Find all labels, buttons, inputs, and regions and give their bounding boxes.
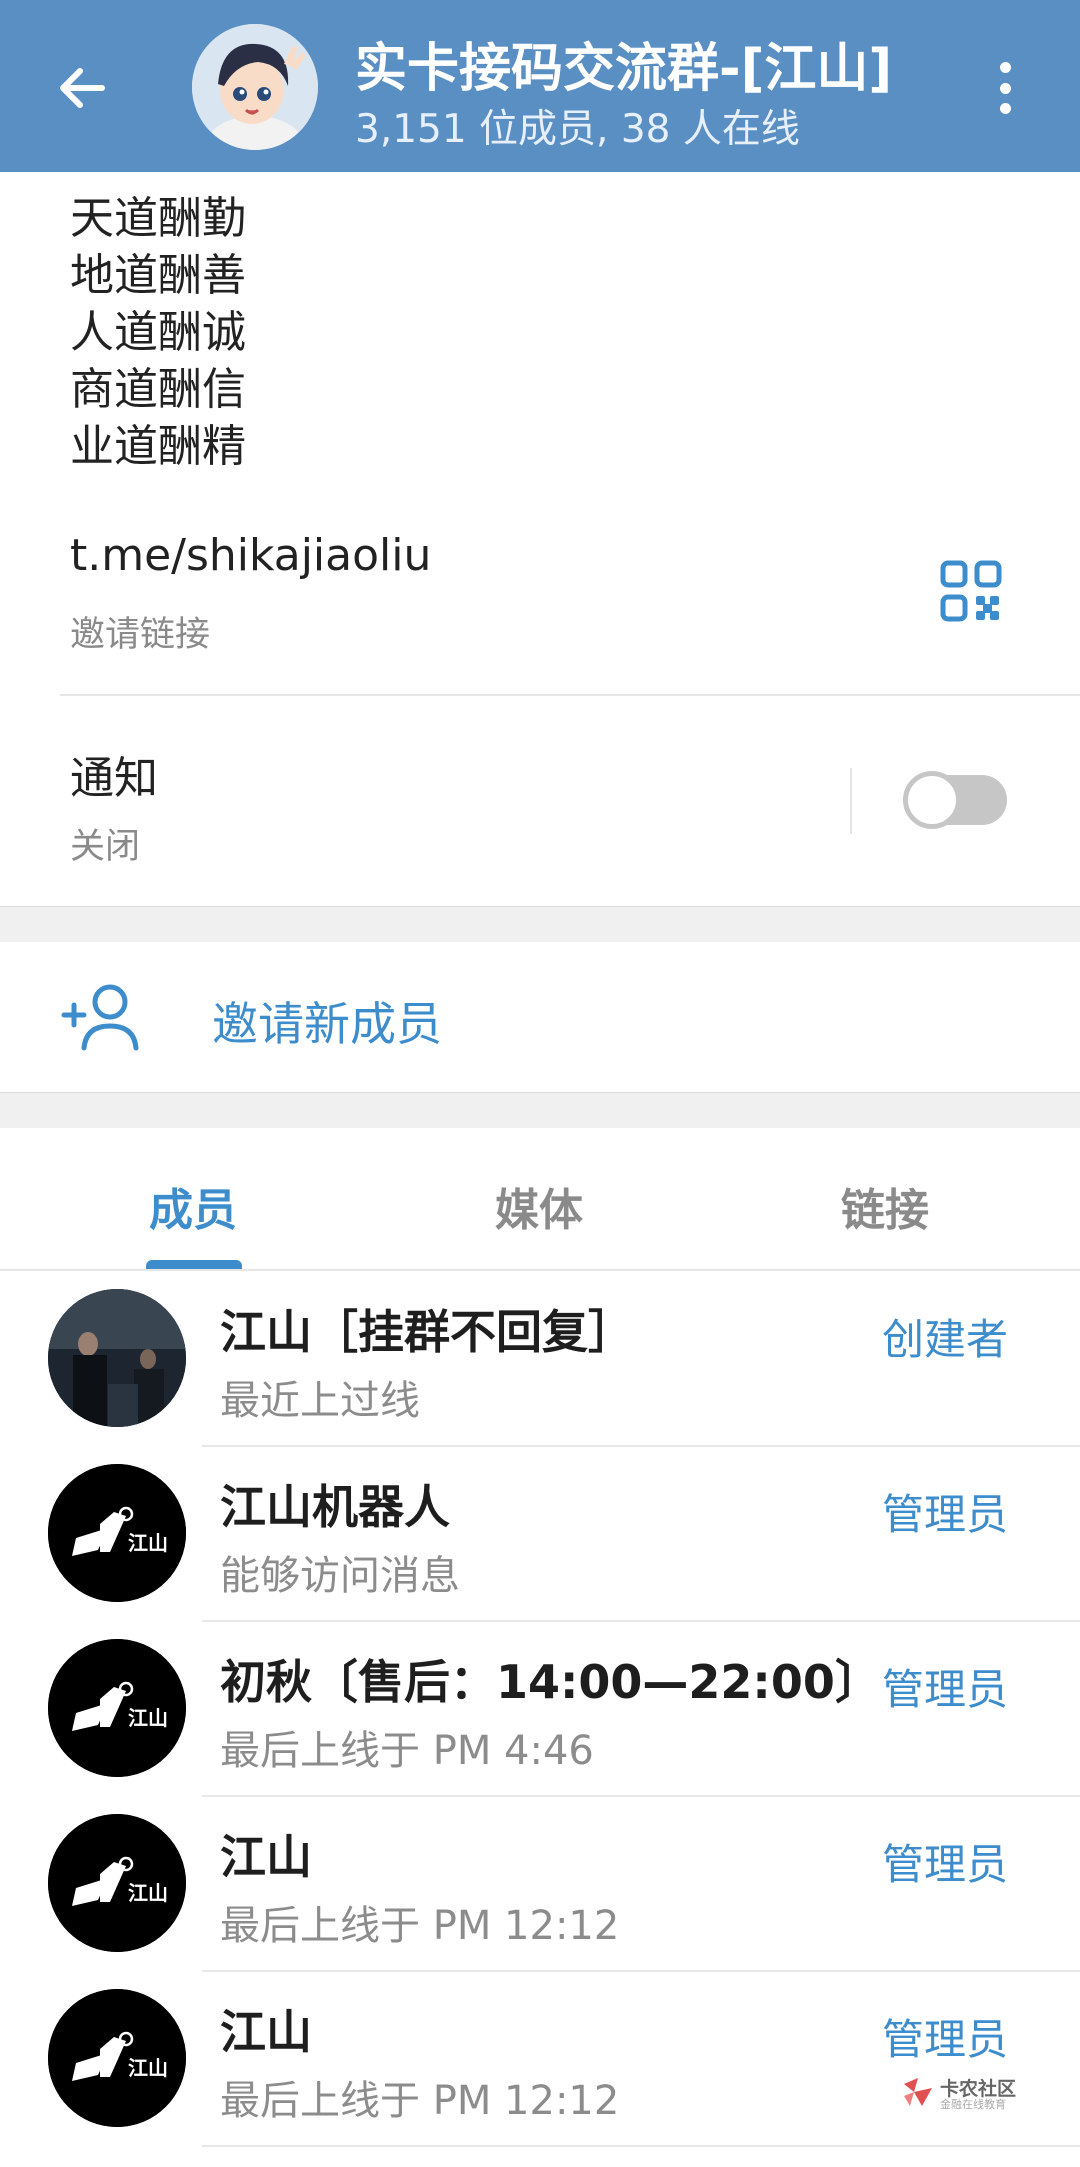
group-title: 实卡接码交流群-[江山]: [355, 39, 893, 99]
invite-link-url[interactable]: t.me/shikajiaoliu: [70, 530, 431, 581]
group-avatar[interactable]: [192, 24, 318, 150]
notifications-state: 关闭: [70, 827, 141, 867]
member-row[interactable]: 江山［挂群不回复］ 最近上过线 创建者: [0, 1272, 1080, 1447]
svg-text:江山: 江山: [128, 1706, 168, 1730]
member-avatar: 江山: [48, 1639, 186, 1777]
member-avatar: 江山: [48, 1464, 186, 1602]
member-count-text: 3,151 位成员, 38 人在线: [355, 107, 800, 152]
tab-links[interactable]: 链接: [841, 1174, 929, 1238]
js-logo-avatar: 江山: [48, 1814, 186, 1952]
toggle-knob: [903, 771, 961, 829]
member-avatar: [48, 1289, 186, 1427]
more-vertical-icon: [999, 62, 1011, 73]
divider: [202, 2145, 1080, 2147]
tab-bar: 成员 媒体 链接: [0, 1128, 1080, 1270]
invite-link-caption: 邀请链接: [70, 615, 211, 655]
section-gap: [0, 1092, 1080, 1128]
js-logo-avatar: 江山: [48, 1464, 186, 1602]
add-user-icon: [61, 984, 139, 1051]
member-row[interactable]: 江山 初秋〔售后：14:00—22:00〕 最后上线于 PM 4:46 管理员: [0, 1622, 1080, 1797]
js-logo-avatar: 江山: [48, 1989, 186, 2127]
invite-members-button[interactable]: 邀请新成员: [0, 942, 1080, 1092]
member-status: 最近上过线: [220, 1378, 420, 1424]
group-description: 天道酬勤 地道酬善 人道酬诚 商道酬信 业道酬精: [70, 190, 246, 475]
member-row[interactable]: 江山 江山机器人 能够访问消息 管理员: [0, 1447, 1080, 1622]
svg-text:江山: 江山: [128, 2056, 168, 2080]
invite-members-label: 邀请新成员: [212, 997, 442, 1051]
watermark-logo-icon: [904, 2078, 932, 2106]
member-name: 江山［挂群不回复］: [220, 1305, 634, 1359]
member-status: 能够访问消息: [220, 1553, 460, 1599]
more-dot: [999, 82, 1011, 94]
anime-avatar-image: [192, 24, 318, 150]
vertical-divider: [850, 768, 852, 834]
member-name: 江山: [220, 2005, 312, 2059]
member-name: 江山: [220, 1830, 312, 1884]
qr-code-icon: [940, 560, 1002, 622]
member-row[interactable]: 江山 江山 最后上线于 PM 12:12 管理员: [0, 1797, 1080, 1972]
member-status: 最后上线于 PM 4:46: [220, 1728, 594, 1774]
member-status: 最后上线于 PM 12:12: [220, 1903, 620, 1949]
member-name: 初秋〔售后：14:00—22:00〕: [220, 1655, 881, 1709]
svg-text:江山: 江山: [128, 1531, 168, 1555]
member-role-badge: 管理员: [881, 1665, 1008, 1714]
tab-media[interactable]: 媒体: [495, 1174, 583, 1238]
member-role-badge: 创建者: [881, 1315, 1008, 1364]
section-gap: [0, 906, 1080, 942]
description-line: 业道酬精: [70, 421, 246, 472]
member-row[interactable]: 江山 江山 最后上线于 PM 12:12 管理员: [0, 1972, 1080, 2147]
more-dot: [999, 103, 1011, 114]
qr-code-button[interactable]: [940, 560, 1002, 622]
tab-members[interactable]: 成员: [149, 1174, 237, 1238]
member-role-badge: 管理员: [881, 1840, 1008, 1889]
divider: [60, 694, 1080, 696]
more-options-button[interactable]: [985, 56, 1025, 120]
header-bar: 实卡接码交流群-[江山] 3,151 位成员, 38 人在线: [0, 0, 1080, 172]
arrow-left-icon: [60, 68, 105, 108]
notifications-label[interactable]: 通知: [70, 742, 158, 806]
member-role-badge: 管理员: [881, 1490, 1008, 1539]
notifications-toggle[interactable]: [903, 771, 1007, 829]
description-line: 人道酬诚: [70, 307, 246, 358]
js-logo-avatar: 江山: [48, 1639, 186, 1777]
description-line: 地道酬善: [70, 250, 246, 301]
description-line: 商道酬信: [70, 364, 246, 415]
watermark: 卡农社区 金融在线教育: [900, 2074, 1020, 2114]
member-status: 最后上线于 PM 12:12: [220, 2078, 620, 2124]
back-button[interactable]: [50, 56, 114, 120]
member-name: 江山机器人: [220, 1480, 450, 1534]
group-info-screen: 实卡接码交流群-[江山] 3,151 位成员, 38 人在线 天道酬勤 地道酬善…: [0, 0, 1080, 2167]
svg-text:江山: 江山: [128, 1881, 168, 1905]
watermark-subtext: 金融在线教育: [940, 2098, 1006, 2111]
description-line: 天道酬勤: [70, 193, 246, 244]
member-avatar: 江山: [48, 1814, 186, 1952]
tabs-divider: [0, 1269, 1080, 1271]
photo-avatar-image: [48, 1289, 186, 1427]
member-role-badge: 管理员: [881, 2015, 1008, 2064]
member-avatar: 江山: [48, 1989, 186, 2127]
